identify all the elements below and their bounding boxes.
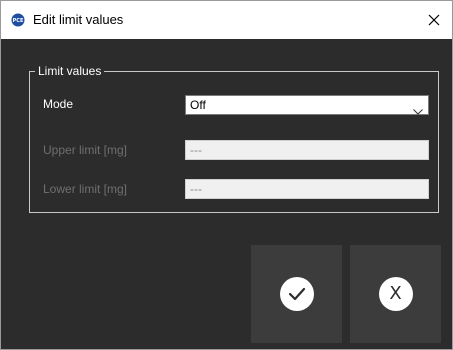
close-button[interactable] (416, 1, 452, 39)
upper-limit-label: Upper limit [mg] (43, 143, 128, 157)
title-bar[interactable]: PCE Edit limit values (1, 1, 452, 39)
mode-label: Mode (43, 97, 74, 111)
cancel-x-icon: X (378, 277, 413, 311)
groupbox-legend: Limit values (35, 63, 105, 79)
svg-text:PCE: PCE (13, 18, 24, 24)
window-title: Edit limit values (33, 12, 124, 27)
pce-logo-icon: PCE (11, 13, 25, 27)
mode-dropdown[interactable]: Off (185, 95, 429, 115)
dialog-body: Limit values Mode Off Upper limit [mg] -… (1, 39, 452, 349)
lower-limit-label: Lower limit [mg] (43, 182, 128, 196)
upper-limit-value: --- (190, 143, 202, 157)
checkmark-icon (279, 277, 314, 311)
lower-limit-value: --- (190, 182, 202, 196)
chevron-down-icon (413, 102, 423, 120)
cancel-glyph: X (389, 283, 402, 304)
upper-limit-input[interactable]: --- (185, 140, 429, 160)
cancel-button[interactable]: X (350, 245, 441, 343)
close-icon (428, 14, 440, 26)
ok-button[interactable] (251, 245, 342, 343)
lower-limit-input[interactable]: --- (185, 179, 429, 199)
dialog-window: PCE Edit limit values Limit values Mode … (0, 0, 453, 350)
mode-selected-value: Off (190, 98, 206, 112)
